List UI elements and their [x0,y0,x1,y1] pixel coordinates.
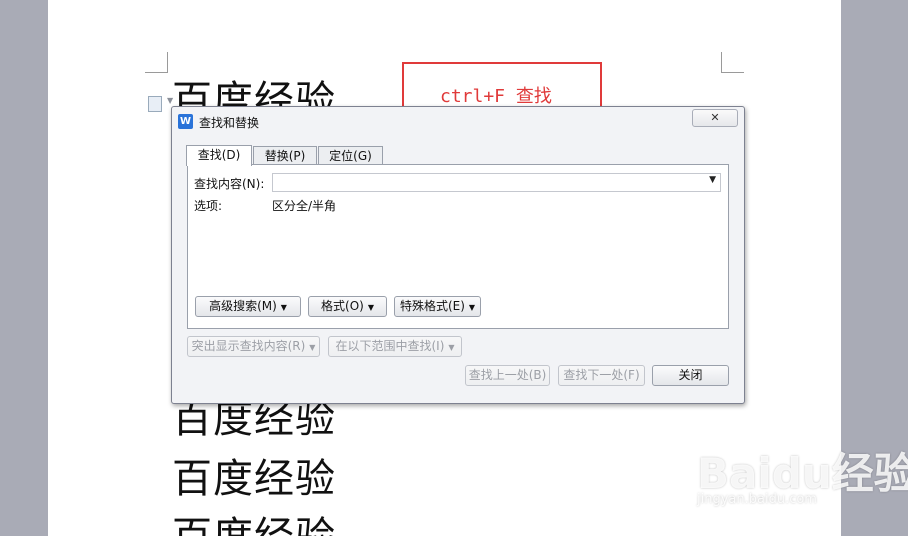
dialog-titlebar[interactable]: W 查找和替换 ✕ [172,107,744,133]
tab-find[interactable]: 查找(D) [186,145,252,166]
find-previous-button[interactable]: 查找上一处(B) [465,365,550,386]
margin-corner-top-left [145,52,168,73]
dialog-title: 查找和替换 [199,116,260,130]
dropdown-arrow-icon: ▼ [448,343,455,352]
options-label: 选项: [194,199,223,213]
advanced-search-button[interactable]: 高级搜索(M) ▼ [195,296,301,317]
highlight-results-button[interactable]: 突出显示查找内容(R) ▼ [187,336,320,357]
annotation-text: ctrl+F 查找 [440,86,552,107]
watermark-url: jingyan.baidu.com [697,492,817,507]
find-input[interactable]: ▼ [272,173,721,192]
dropdown-arrow-icon: ▼ [309,343,316,352]
highlight-results-label: 突出显示查找内容(R) [191,339,306,353]
dropdown-arrow-icon: ▼ [367,303,374,312]
close-icon[interactable]: ✕ [692,109,738,127]
find-in-range-button[interactable]: 在以下范围中查找(I) ▼ [328,336,462,357]
find-next-button[interactable]: 查找下一处(F) [558,365,645,386]
tab-goto[interactable]: 定位(G) [318,146,383,165]
margin-corner-top-right [721,52,744,73]
find-label: 查找内容(N): [194,177,265,191]
dropdown-arrow-icon: ▼ [468,303,476,312]
close-button[interactable]: 关闭 [652,365,729,386]
special-format-button[interactable]: 特殊格式(E) ▼ [394,296,481,317]
find-panel: 查找内容(N): ▼ 选项: 区分全/半角 高级搜索(M) ▼ 格式(O) ▼ 特殊… [187,164,729,329]
dropdown-arrow-icon[interactable]: ▼ [709,175,716,185]
special-format-label: 特殊格式(E) [399,299,465,313]
document-text-line: 百度经验 [172,514,336,536]
expand-arrow-icon: ▼ [280,303,287,312]
document-icon[interactable] [148,96,162,112]
format-button[interactable]: 格式(O) ▼ [308,296,387,317]
tab-replace[interactable]: 替换(P) [253,146,317,165]
format-label: 格式(O) [321,299,364,313]
advanced-search-label: 高级搜索(M) [209,299,277,313]
options-value: 区分全/半角 [272,199,337,213]
find-text-field[interactable] [273,174,706,189]
wps-writer-icon: W [178,114,193,129]
find-in-range-label: 在以下范围中查找(I) [335,339,445,353]
document-text-line: 百度经验 [172,456,336,502]
find-replace-dialog: W 查找和替换 ✕ 查找(D) 替换(P) 定位(G) 查找内容(N): ▼ 选… [171,106,745,404]
